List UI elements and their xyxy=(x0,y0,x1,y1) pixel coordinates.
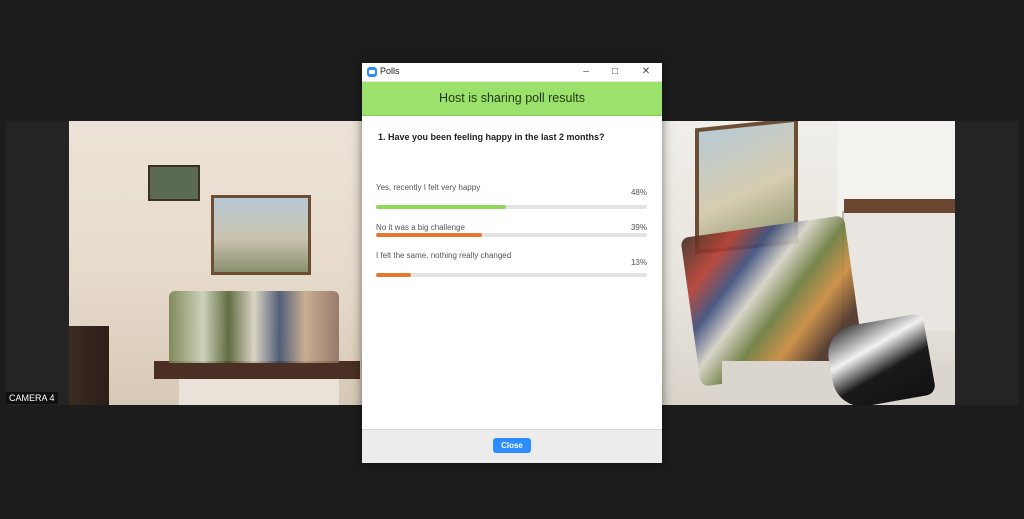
option-percent: 39% xyxy=(630,223,647,232)
result-bar-fill xyxy=(376,205,507,209)
video-tile-right xyxy=(662,121,955,405)
window-titlebar[interactable]: Polls – □ ✕ xyxy=(362,63,662,82)
option-label: I felt the same, nothing really changed xyxy=(376,251,512,260)
kitchen-cabinets xyxy=(842,211,955,331)
polls-window: Polls – □ ✕ Host is sharing poll results… xyxy=(362,63,662,463)
small-painting xyxy=(148,165,200,201)
close-icon[interactable]: ✕ xyxy=(636,64,656,80)
minimize-icon[interactable]: – xyxy=(576,64,596,80)
video-tile-left xyxy=(69,121,362,405)
zoom-app-icon xyxy=(367,67,377,77)
result-bar-fill xyxy=(376,233,482,237)
option-label: No it was a big challenge xyxy=(376,223,465,232)
result-bar-track xyxy=(376,205,647,209)
bottles-clutter xyxy=(169,291,339,363)
camera-label: CAMERA 4 xyxy=(6,392,58,404)
result-bar-track xyxy=(376,233,647,237)
option-percent: 48% xyxy=(630,188,647,197)
poll-banner: Host is sharing poll results xyxy=(362,82,662,116)
chair xyxy=(69,326,109,405)
poll-question: 1. Have you been feeling happy in the la… xyxy=(378,132,605,142)
window-title: Polls xyxy=(380,66,400,76)
close-button[interactable]: Close xyxy=(493,438,531,453)
option-label: Yes, recently I felt very happy xyxy=(376,183,481,192)
result-bar-track xyxy=(376,273,647,277)
landscape-painting xyxy=(211,195,311,275)
option-percent: 13% xyxy=(630,258,647,267)
maximize-icon[interactable]: □ xyxy=(605,64,625,80)
countertop xyxy=(844,199,955,213)
result-bar-fill xyxy=(376,273,412,277)
window-footer: Close xyxy=(362,429,662,463)
radiator xyxy=(179,379,339,405)
table xyxy=(154,361,360,379)
